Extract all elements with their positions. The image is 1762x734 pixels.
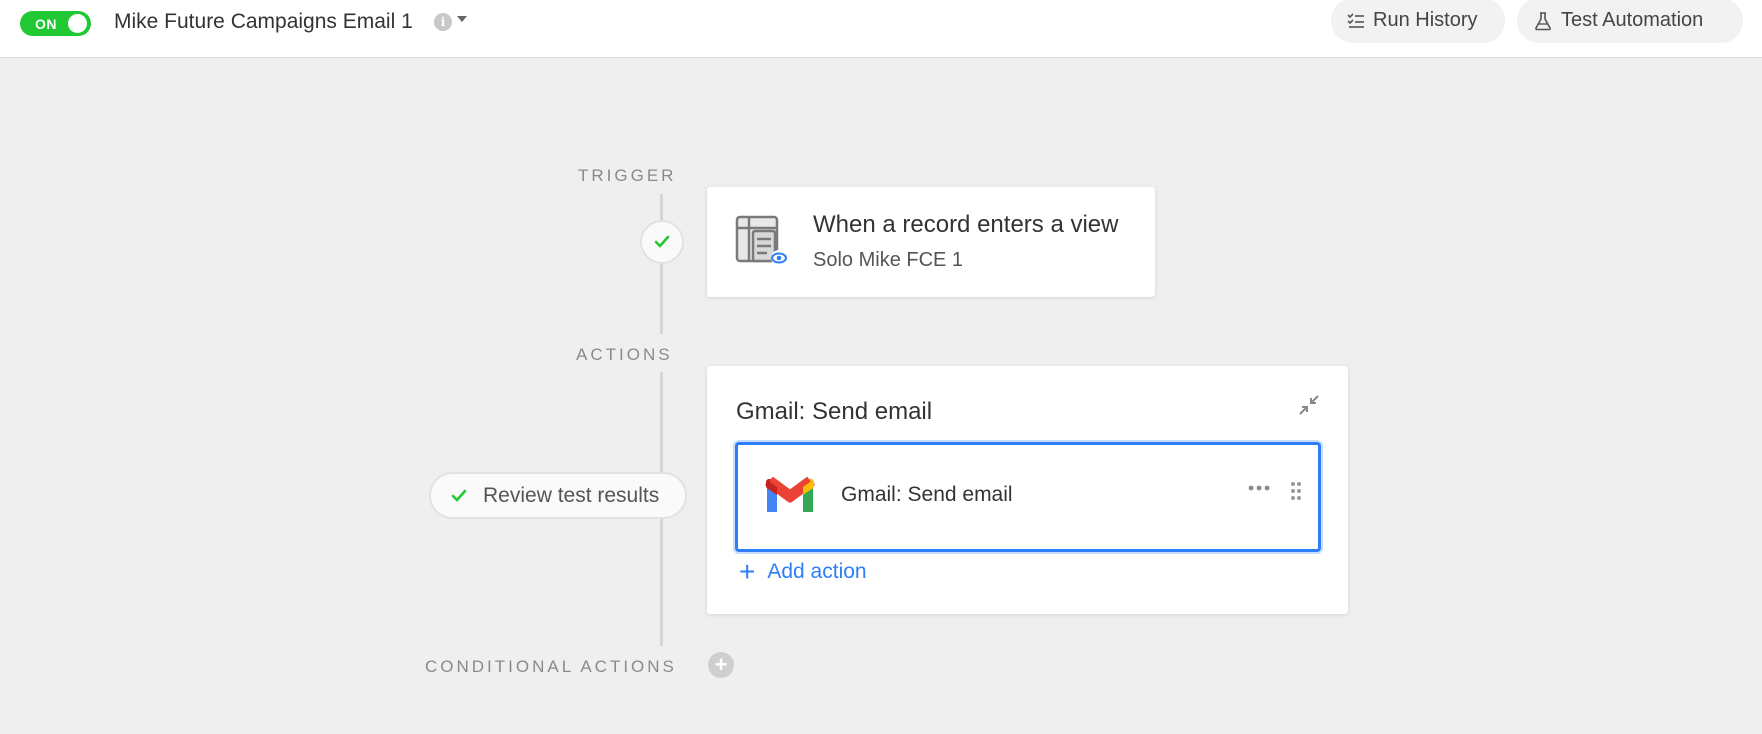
review-test-results-button[interactable]: Review test results — [429, 472, 687, 519]
actions-section-label: ACTIONS — [576, 345, 673, 364]
gmail-icon — [764, 476, 816, 512]
add-conditional-action-icon[interactable]: + — [708, 652, 734, 678]
check-icon — [654, 235, 670, 248]
add-action-label: Add action — [767, 560, 867, 583]
run-history-button[interactable]: Run History — [1331, 0, 1505, 43]
drag-handle-icon[interactable] — [1290, 481, 1302, 501]
conditional-actions-section-label: CONDITIONAL ACTIONS — [425, 657, 677, 676]
toggle-label: ON — [35, 16, 57, 32]
flow-connector-top — [660, 194, 663, 334]
trigger-section-label: TRIGGER — [578, 166, 677, 185]
collapse-icon[interactable] — [1298, 394, 1320, 416]
run-history-label: Run History — [1373, 9, 1478, 31]
action-group-title: Gmail: Send email — [736, 398, 933, 425]
record-view-icon — [735, 215, 787, 266]
info-icon[interactable]: i — [434, 13, 452, 31]
actions-card: Gmail: Send email Gmail: Send email + Ad… — [707, 366, 1348, 614]
chevron-down-icon[interactable] — [457, 16, 467, 22]
trigger-view-name: Solo Mike FCE 1 — [813, 249, 964, 271]
more-options-icon[interactable] — [1248, 485, 1270, 491]
trigger-status[interactable] — [640, 220, 684, 264]
automation-on-toggle[interactable]: ON — [20, 11, 91, 36]
review-test-results-label: Review test results — [483, 483, 660, 507]
top-bar: ON Mike Future Campaigns Email 1 i Run H… — [0, 0, 1762, 58]
add-action-button[interactable]: + Add action — [739, 558, 867, 586]
checklist-icon — [1347, 12, 1364, 28]
action-item-gmail-send-email[interactable]: Gmail: Send email — [735, 442, 1321, 552]
toggle-knob — [68, 14, 87, 33]
trigger-card[interactable]: When a record enters a view Solo Mike FC… — [707, 187, 1155, 297]
test-automation-label: Test Automation — [1561, 9, 1704, 31]
action-item-label: Gmail: Send email — [841, 483, 1013, 506]
check-icon — [451, 489, 467, 502]
trigger-title: When a record enters a view — [813, 211, 1119, 238]
flask-icon — [1535, 11, 1551, 30]
plus-icon: + — [739, 556, 756, 587]
test-automation-button[interactable]: Test Automation — [1517, 0, 1743, 43]
automation-title[interactable]: Mike Future Campaigns Email 1 — [114, 10, 413, 34]
